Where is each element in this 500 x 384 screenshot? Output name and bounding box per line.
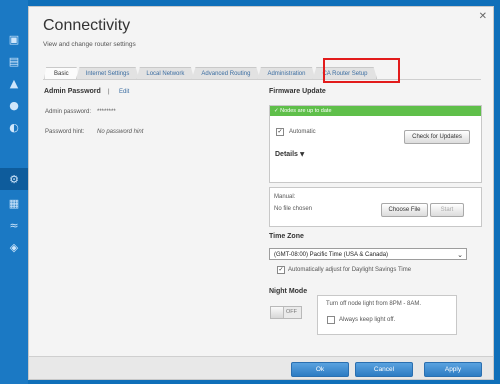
dst-checkbox[interactable]: ✓ [277,266,285,274]
close-icon[interactable]: ✕ [479,11,487,22]
night-mode-toggle[interactable]: OFF [270,306,302,319]
network-map-icon[interactable]: ▣ [6,32,22,46]
firmware-update-heading: Firmware Update [269,88,326,95]
night-mode-heading: Night Mode [269,288,308,295]
manual-update-box: Manual: No file chosen Choose File Start [269,187,482,227]
speed-icon[interactable]: ◐ [6,120,22,134]
always-off-label: Always keep light off. [339,317,396,323]
page-subtitle: View and change router settings [43,41,136,48]
tab-divider [43,79,481,80]
night-mode-description: Turn off node light from 8PM - 8AM. [326,301,422,307]
sidebar: ▣ ▤ ▲ ● ◐ ⚙ ▦ ≈ ◈ [0,0,28,384]
start-button[interactable]: Start [430,203,464,217]
password-hint-label: Password hint: [45,129,85,135]
automatic-label: Automatic [289,129,316,135]
always-off-checkbox[interactable] [327,316,335,324]
password-hint-value: No password hint [97,129,144,135]
time-zone-value: (GMT-08:00) Pacific Time (USA & Canada) [274,252,389,258]
parental-controls-icon[interactable]: ● [6,98,22,112]
check-for-updates-button[interactable]: Check for Updates [404,130,470,144]
heading-separator: | [108,89,110,95]
time-zone-heading: Time Zone [269,233,304,240]
firmware-update-box: ✓ Nodes are up to date ✓ Automatic Check… [269,105,482,183]
cancel-button[interactable]: Cancel [355,362,413,377]
file-status-text: No file chosen [274,206,313,212]
settings-panel: ✕ Connectivity View and change router se… [28,6,494,380]
ok-button[interactable]: Ok [291,362,349,377]
admin-password-heading: Admin Password [44,88,101,95]
device-list-icon[interactable]: ▤ [6,54,22,68]
alert-icon[interactable]: ▲ [6,76,22,90]
connectivity-icon[interactable]: ⚙ [6,172,22,186]
page-title: Connectivity [43,17,131,34]
time-zone-select[interactable]: (GMT-08:00) Pacific Time (USA & Canada) … [269,248,467,260]
chevron-down-icon: ⌄ [457,251,463,259]
footer-bar: Ok Cancel Apply [29,356,493,379]
caret-down-icon: ▼ [299,151,305,158]
highlight-box [323,58,400,83]
admin-password-value: ******** [97,109,116,115]
troubleshooting-icon[interactable]: ▦ [6,196,22,210]
check-icon: ✓ [274,108,279,114]
toggle-knob [271,307,284,318]
choose-file-button[interactable]: Choose File [381,203,428,217]
security-icon[interactable]: ◈ [6,240,22,254]
details-label: Details [275,151,298,158]
automatic-checkbox[interactable]: ✓ [276,128,284,136]
firmware-status-bar: ✓ Nodes are up to date [270,106,481,116]
wireless-icon[interactable]: ≈ [6,218,22,232]
admin-password-label: Admin password: [45,109,92,115]
edit-password-link[interactable]: Edit [119,89,129,95]
manual-label: Manual: [274,194,296,200]
dst-label: Automatically adjust for Daylight Saving… [288,267,412,273]
firmware-status-text: Nodes are up to date [280,108,332,114]
apply-button[interactable]: Apply [424,362,482,377]
details-toggle[interactable]: Details ▼ [275,151,305,158]
night-mode-options: Turn off node light from 8PM - 8AM. Alwa… [317,295,457,335]
toggle-state-label: OFF [286,309,297,315]
